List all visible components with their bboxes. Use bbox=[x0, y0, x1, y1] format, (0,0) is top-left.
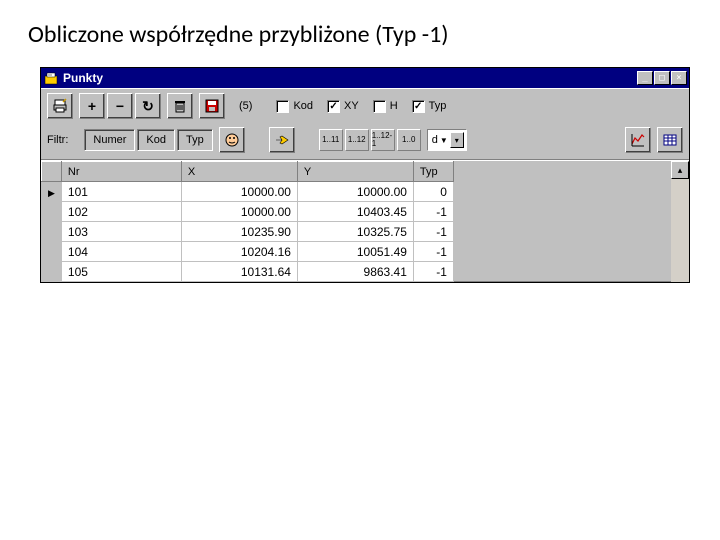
table-row[interactable]: 10510131.649863.41-1 bbox=[42, 262, 454, 282]
scroll-track[interactable] bbox=[671, 179, 689, 282]
cell-nr[interactable]: 103 bbox=[61, 222, 181, 242]
cell-typ[interactable]: 0 bbox=[413, 182, 453, 202]
cell-y[interactable]: 9863.41 bbox=[297, 262, 413, 282]
count-label: (5) bbox=[231, 100, 260, 112]
grid-blank-area bbox=[454, 161, 671, 282]
checkbox-kod-label: Kod bbox=[293, 100, 313, 112]
checkbox-xy-label: XY bbox=[344, 100, 359, 112]
cell-x[interactable]: 10000.00 bbox=[181, 202, 297, 222]
refresh-button[interactable]: ↻ bbox=[135, 93, 161, 119]
decimal-btn-3[interactable]: 1..12-1 bbox=[371, 129, 395, 151]
table-row[interactable]: 10410204.1610051.49-1 bbox=[42, 242, 454, 262]
save-button[interactable] bbox=[199, 93, 225, 119]
remove-button[interactable]: − bbox=[107, 93, 133, 119]
page-heading: Obliczone współrzędne przybliżone (Typ -… bbox=[0, 0, 720, 67]
row-indicator bbox=[42, 242, 62, 262]
combo-d[interactable]: d ▼ ▾ bbox=[427, 129, 467, 151]
row-indicator bbox=[42, 222, 62, 242]
maximize-button[interactable]: □ bbox=[654, 71, 670, 85]
table-row[interactable]: 10310235.9010325.75-1 bbox=[42, 222, 454, 242]
row-indicator bbox=[42, 262, 62, 282]
combo-d-value: d bbox=[432, 134, 438, 146]
cell-x[interactable]: 10235.90 bbox=[181, 222, 297, 242]
col-header-y[interactable]: Y bbox=[297, 162, 413, 182]
cell-y[interactable]: 10325.75 bbox=[297, 222, 413, 242]
checkbox-h[interactable]: H bbox=[373, 100, 398, 113]
decimal-btn-1[interactable]: 1..11 bbox=[319, 129, 343, 151]
toolbar-filter: Filtr: Numer Kod Typ 1..11 1..12 1..12-1… bbox=[41, 123, 689, 160]
col-header-x[interactable]: X bbox=[181, 162, 297, 182]
checkbox-h-label: H bbox=[390, 100, 398, 112]
cell-nr[interactable]: 104 bbox=[61, 242, 181, 262]
table-button[interactable] bbox=[657, 127, 683, 153]
data-grid[interactable]: Nr X Y Typ 10110000.0010000.00010210000.… bbox=[41, 161, 454, 282]
cell-typ[interactable]: -1 bbox=[413, 202, 453, 222]
minimize-button[interactable]: _ bbox=[637, 71, 653, 85]
checkbox-typ-box bbox=[412, 100, 425, 113]
combo-d-arrow[interactable]: ▾ bbox=[450, 132, 464, 148]
chart-button[interactable] bbox=[625, 127, 651, 153]
filter-numer-button[interactable]: Numer bbox=[84, 129, 135, 151]
row-indicator bbox=[42, 202, 62, 222]
cell-y[interactable]: 10051.49 bbox=[297, 242, 413, 262]
checkbox-kod[interactable]: Kod bbox=[276, 100, 313, 113]
titlebar: Punkty _ □ × bbox=[41, 68, 689, 88]
cell-y[interactable]: 10403.45 bbox=[297, 202, 413, 222]
close-button[interactable]: × bbox=[671, 71, 687, 85]
decimal-btn-4[interactable]: 1..0 bbox=[397, 129, 421, 151]
col-header-blank bbox=[42, 162, 62, 182]
filter-label: Filtr: bbox=[47, 134, 78, 146]
table-row[interactable]: 10110000.0010000.000 bbox=[42, 182, 454, 202]
print-button[interactable] bbox=[47, 93, 73, 119]
cell-x[interactable]: 10000.00 bbox=[181, 182, 297, 202]
filter-typ-button[interactable]: Typ bbox=[177, 129, 213, 151]
checkbox-h-box bbox=[373, 100, 386, 113]
cell-x[interactable]: 10204.16 bbox=[181, 242, 297, 262]
checkbox-xy[interactable]: XY bbox=[327, 100, 359, 113]
punkty-window: Punkty _ □ × + − ↻ (5) Kod XY H Typ F bbox=[40, 67, 690, 283]
delete-button[interactable] bbox=[167, 93, 193, 119]
filter-kod-button[interactable]: Kod bbox=[137, 129, 175, 151]
vertical-scrollbar[interactable]: ▴ bbox=[671, 161, 689, 282]
cell-typ[interactable]: -1 bbox=[413, 242, 453, 262]
cell-x[interactable]: 10131.64 bbox=[181, 262, 297, 282]
filter-hand-button[interactable] bbox=[269, 127, 295, 153]
col-header-typ[interactable]: Typ bbox=[413, 162, 453, 182]
checkbox-kod-box bbox=[276, 100, 289, 113]
add-button[interactable]: + bbox=[79, 93, 105, 119]
scroll-up-button[interactable]: ▴ bbox=[671, 161, 689, 179]
cell-nr[interactable]: 101 bbox=[61, 182, 181, 202]
window-title: Punkty bbox=[63, 71, 637, 85]
app-icon bbox=[43, 70, 59, 86]
col-header-nr[interactable]: Nr bbox=[61, 162, 181, 182]
checkbox-xy-box bbox=[327, 100, 340, 113]
toolbar-main: + − ↻ (5) Kod XY H Typ bbox=[41, 88, 689, 123]
table-row[interactable]: 10210000.0010403.45-1 bbox=[42, 202, 454, 222]
cell-nr[interactable]: 105 bbox=[61, 262, 181, 282]
decimal-btn-2[interactable]: 1..12 bbox=[345, 129, 369, 151]
cell-typ[interactable]: -1 bbox=[413, 262, 453, 282]
cell-y[interactable]: 10000.00 bbox=[297, 182, 413, 202]
cell-typ[interactable]: -1 bbox=[413, 222, 453, 242]
data-grid-wrap: Nr X Y Typ 10110000.0010000.00010210000.… bbox=[41, 160, 689, 282]
row-indicator bbox=[42, 182, 62, 202]
checkbox-typ-label: Typ bbox=[429, 100, 447, 112]
cell-nr[interactable]: 102 bbox=[61, 202, 181, 222]
filter-face-button[interactable] bbox=[219, 127, 245, 153]
checkbox-typ[interactable]: Typ bbox=[412, 100, 447, 113]
